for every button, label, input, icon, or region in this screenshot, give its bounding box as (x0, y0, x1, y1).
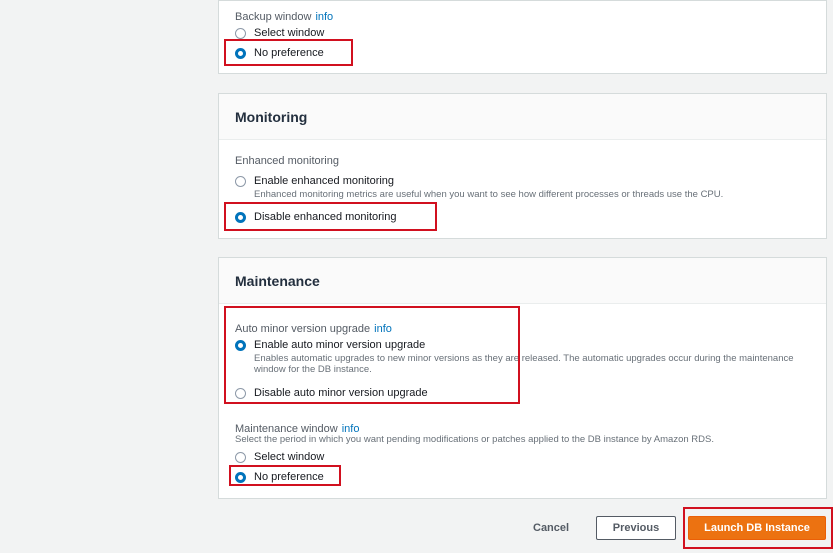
radio-icon[interactable] (235, 175, 246, 187)
backup-window-label: Backup window (235, 11, 312, 23)
radio-icon[interactable] (235, 27, 246, 39)
enable-enhanced-monitoring-option[interactable]: Enable enhanced monitoring (235, 175, 394, 187)
highlight-maintenance-no-preference (229, 465, 341, 486)
backup-select-window-option[interactable]: Select window (235, 27, 324, 39)
maintenance-select-window-option[interactable]: Select window (235, 451, 324, 463)
highlight-auto-minor-upgrade (224, 306, 520, 404)
maintenance-title: Maintenance (219, 258, 826, 304)
maintenance-select-window-label: Select window (254, 451, 325, 463)
backup-window-label-row: Backup window info (235, 7, 333, 25)
enhanced-monitoring-label: Enhanced monitoring (235, 155, 339, 167)
enable-enhanced-monitoring-label: Enable enhanced monitoring (254, 175, 395, 187)
cancel-button[interactable]: Cancel (533, 522, 569, 534)
backup-window-info-link[interactable]: info (315, 11, 333, 23)
highlight-backup-no-preference (224, 39, 353, 66)
maintenance-window-description: Select the period in which you want pend… (235, 434, 714, 445)
launch-db-instance-button[interactable]: Launch DB Instance (688, 516, 826, 540)
highlight-disable-monitoring (224, 202, 437, 231)
previous-button[interactable]: Previous (596, 516, 676, 540)
radio-icon[interactable] (235, 451, 246, 463)
backup-select-window-label: Select window (254, 27, 325, 39)
enable-enhanced-monitoring-description: Enhanced monitoring metrics are useful w… (254, 189, 724, 200)
monitoring-title: Monitoring (219, 94, 826, 140)
